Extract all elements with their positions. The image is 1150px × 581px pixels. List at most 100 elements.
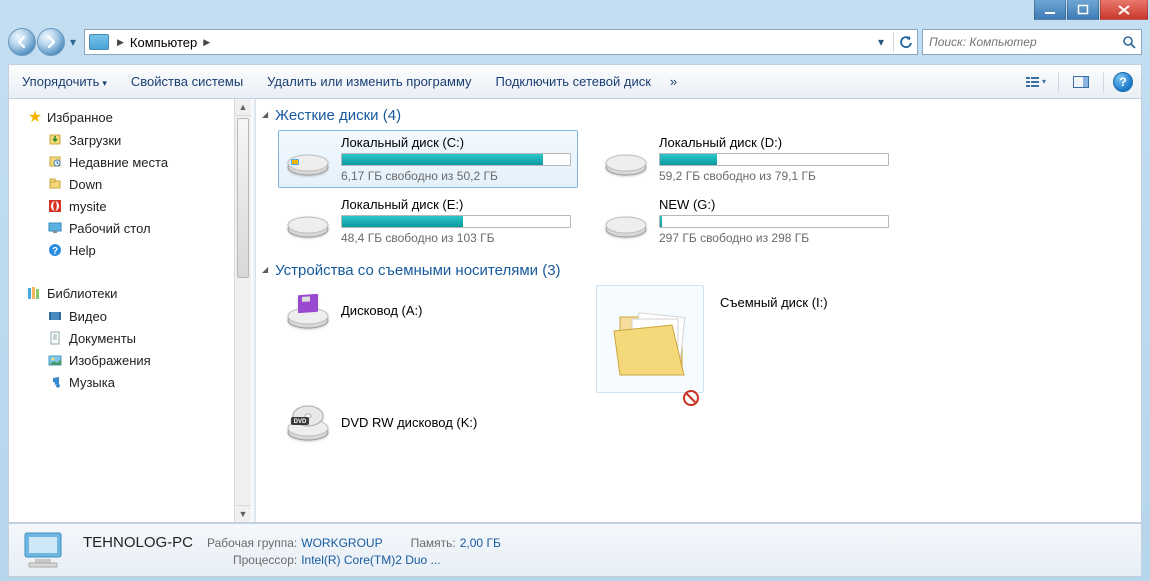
dvd-icon: DVD <box>285 401 331 443</box>
capacity-bar <box>659 215 889 228</box>
hostname: TEHNOLOG-PC <box>83 534 193 551</box>
recent-locations-button[interactable]: ▾ <box>66 31 80 53</box>
nav-buttons: ▾ <box>8 28 80 56</box>
content-pane: Жесткие диски (4) Локальный диск (C:) 6,… <box>256 99 1141 522</box>
sidebar-item-help[interactable]: ?Help <box>9 239 234 261</box>
folder-icon <box>47 176 63 192</box>
sidebar-scrollbar[interactable]: ▲ ▼ <box>234 99 251 522</box>
drive-d[interactable]: Локальный диск (D:) 59,2 ГБ свободно из … <box>596 130 896 188</box>
label: Загрузки <box>69 133 121 148</box>
favorites-group: ★ Избранное Загрузки Недавние места Down… <box>9 107 234 261</box>
scroll-down-button[interactable]: ▼ <box>235 505 251 522</box>
navigation-row: ▾ ▶ Компьютер ▶ ▾ <box>8 24 1142 60</box>
forward-button[interactable] <box>37 28 65 56</box>
organize-menu[interactable]: Упорядочить <box>17 71 112 92</box>
favorites-header[interactable]: ★ Избранное <box>9 107 234 129</box>
computer-icon <box>89 34 109 50</box>
system-properties-button[interactable]: Свойства системы <box>126 71 248 92</box>
capacity-bar <box>341 215 571 228</box>
workgroup-label: Рабочая группа: <box>207 536 297 550</box>
star-icon: ★ <box>27 109 43 125</box>
explorer-window: ▾ ▶ Компьютер ▶ ▾ Упорядочить Свойства с… <box>0 0 1150 581</box>
libraries-icon <box>27 285 43 301</box>
memory-label: Память: <box>411 536 456 550</box>
label: Видео <box>69 309 107 324</box>
drive-name: NEW (G:) <box>659 197 889 212</box>
computer-large-icon <box>21 530 69 570</box>
hdd-grid: Локальный диск (C:) 6,17 ГБ свободно из … <box>262 130 1135 250</box>
minimize-button[interactable] <box>1034 0 1066 20</box>
sidebar-item-images[interactable]: Изображения <box>9 349 234 371</box>
search-box[interactable] <box>922 29 1142 55</box>
sidebar-item-music[interactable]: Музыка <box>9 371 234 393</box>
sidebar-item-mysite[interactable]: mysite <box>9 195 234 217</box>
sidebar-item-docs[interactable]: Документы <box>9 327 234 349</box>
drive-name: Локальный диск (D:) <box>659 135 889 150</box>
search-icon[interactable] <box>1117 35 1141 49</box>
section-hdd-header[interactable]: Жесткие диски (4) <box>262 103 1135 130</box>
drive-name: Съемный диск (I:) <box>720 285 828 310</box>
drive-free: 48,4 ГБ свободно из 103 ГБ <box>341 231 571 245</box>
drive-g[interactable]: NEW (G:) 297 ГБ свободно из 298 ГБ <box>596 192 896 250</box>
command-toolbar: Упорядочить Свойства системы Удалить или… <box>8 64 1142 99</box>
sidebar-item-down[interactable]: Down <box>9 173 234 195</box>
drive-e[interactable]: Локальный диск (E:) 48,4 ГБ свободно из … <box>278 192 578 250</box>
label: mysite <box>69 199 107 214</box>
history-dropdown-button[interactable]: ▾ <box>871 32 891 52</box>
cpu-value: Intel(R) Core(TM)2 Duo ... <box>301 553 440 567</box>
libraries-group: Библиотеки Видео Документы Изображения М… <box>9 283 234 393</box>
uninstall-program-button[interactable]: Удалить или изменить программу <box>262 71 476 92</box>
scroll-thumb[interactable] <box>237 118 249 278</box>
toolbar-divider <box>1103 72 1104 92</box>
blocked-icon <box>683 390 699 406</box>
desktop-icon <box>47 220 63 236</box>
sidebar-item-recent[interactable]: Недавние места <box>9 151 234 173</box>
label: Недавние места <box>69 155 168 170</box>
back-button[interactable] <box>8 28 36 56</box>
drive-name: Дисковод (A:) <box>341 303 571 318</box>
svg-text:?: ? <box>52 246 58 257</box>
breadcrumb-separator[interactable]: ▶ <box>199 37 214 48</box>
help-icon: ? <box>47 242 63 258</box>
drive-name: DVD RW дисковод (K:) <box>341 415 571 430</box>
sidebar-item-desktop[interactable]: Рабочий стол <box>9 217 234 239</box>
cpu-label: Процессор: <box>233 553 297 567</box>
breadcrumb-separator[interactable]: ▶ <box>113 37 128 48</box>
label: Документы <box>69 331 136 346</box>
music-icon <box>47 374 63 390</box>
address-bar[interactable]: ▶ Компьютер ▶ ▾ <box>84 29 918 55</box>
view-options-button[interactable] <box>1023 71 1049 93</box>
libraries-header[interactable]: Библиотеки <box>9 283 234 305</box>
scroll-up-button[interactable]: ▲ <box>235 99 251 116</box>
toolbar-divider <box>1058 72 1059 92</box>
opera-icon <box>47 198 63 214</box>
close-button[interactable] <box>1100 0 1148 20</box>
hdd-icon <box>285 200 331 242</box>
docs-icon <box>47 330 63 346</box>
hdd-icon <box>603 138 649 180</box>
drive-i[interactable]: Съемный диск (I:) <box>596 285 896 393</box>
sidebar-item-video[interactable]: Видео <box>9 305 234 327</box>
pane-splitter[interactable] <box>251 99 256 522</box>
workgroup-value: WORKGROUP <box>301 536 382 550</box>
section-removable-header[interactable]: Устройства со съемными носителями (3) <box>262 258 1135 285</box>
toolbar-overflow[interactable]: » <box>670 74 677 89</box>
drive-name: Локальный диск (C:) <box>341 135 571 150</box>
search-input[interactable] <box>923 34 1117 50</box>
titlebar <box>0 0 1150 21</box>
hdd-icon <box>603 200 649 242</box>
drive-k[interactable]: DVD DVD RW дисковод (K:) <box>278 397 578 447</box>
capacity-bar <box>341 153 571 166</box>
sidebar-item-downloads[interactable]: Загрузки <box>9 129 234 151</box>
help-button[interactable]: ? <box>1113 72 1133 92</box>
favorites-label: Избранное <box>47 110 113 125</box>
drive-c[interactable]: Локальный диск (C:) 6,17 ГБ свободно из … <box>278 130 578 188</box>
map-drive-button[interactable]: Подключить сетевой диск <box>491 71 656 92</box>
folder-open-icon <box>596 285 704 393</box>
preview-pane-button[interactable] <box>1068 71 1094 93</box>
refresh-button[interactable] <box>893 32 913 52</box>
drive-a[interactable]: Дисковод (A:) <box>278 285 578 335</box>
drive-free: 59,2 ГБ свободно из 79,1 ГБ <box>659 169 889 183</box>
breadcrumb-root[interactable]: Компьютер <box>128 35 199 50</box>
maximize-button[interactable] <box>1067 0 1099 20</box>
